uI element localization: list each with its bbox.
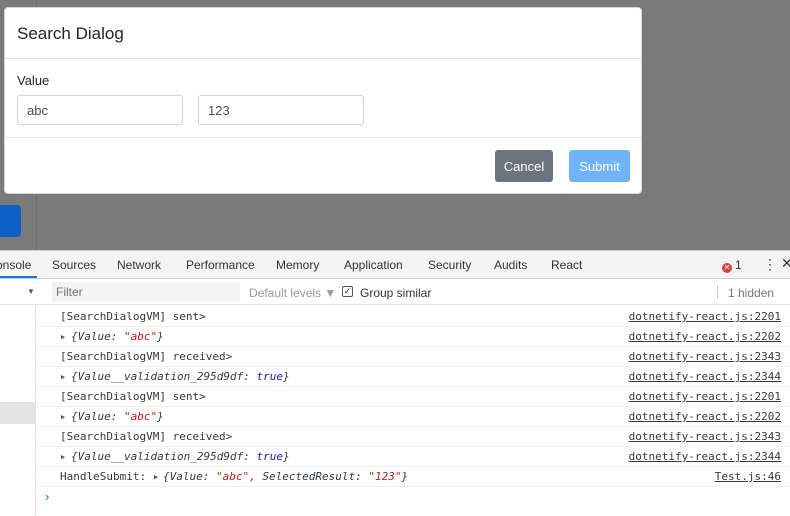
tab-console[interactable]: onsole: [0, 258, 31, 272]
log-source-link[interactable]: dotnetify-react.js:2343: [629, 427, 781, 447]
object-value: "abc": [124, 410, 158, 423]
tab-network[interactable]: Network: [117, 258, 161, 272]
tab-sources[interactable]: Sources: [52, 258, 96, 272]
search-dialog: Search Dialog Value Cancel Submit: [4, 7, 642, 194]
tab-react[interactable]: React: [551, 258, 582, 272]
log-message: [SearchDialogVM] sent>: [60, 310, 206, 323]
object-key: Value: [169, 470, 203, 483]
dialog-body: Value: [5, 59, 641, 138]
object-key: SelectedResult: [262, 470, 356, 483]
object-value: "abc": [124, 330, 158, 343]
triangle-right-icon[interactable]: ▶: [61, 367, 65, 387]
log-row: ▶ {Value__validation_295d9df: true} dotn…: [37, 447, 790, 467]
tab-application[interactable]: Application: [344, 258, 403, 272]
app-backdrop: Search Dialog Value Cancel Submit: [0, 0, 790, 250]
background-button: [0, 205, 21, 237]
object-value: "123": [368, 470, 402, 483]
close-icon[interactable]: ✕: [781, 255, 790, 272]
object-value: "abc": [216, 470, 250, 483]
log-source-link[interactable]: dotnetify-react.js:2343: [629, 347, 781, 367]
log-source-link[interactable]: Test.js:46: [715, 467, 781, 487]
log-row: ▶ {Value: "abc"} dotnetify-react.js:2202: [37, 327, 790, 347]
triangle-right-icon[interactable]: ▶: [61, 327, 65, 347]
log-row: [SearchDialogVM] sent> dotnetify-react.j…: [37, 307, 790, 327]
dialog-footer: Cancel Submit: [5, 138, 641, 195]
log-row: ▶ {Value__validation_295d9df: true} dotn…: [37, 367, 790, 387]
filterbar-divider: [717, 285, 718, 299]
submit-button[interactable]: Submit: [569, 150, 630, 182]
log-object[interactable]: {Value: "abc"}: [71, 327, 164, 347]
triangle-right-icon[interactable]: ▶: [154, 467, 158, 487]
log-source-link[interactable]: dotnetify-react.js:2344: [629, 367, 781, 387]
log-source-link[interactable]: dotnetify-react.js:2202: [629, 407, 781, 427]
log-row: [SearchDialogVM] received> dotnetify-rea…: [37, 427, 790, 447]
console-sidebar: [0, 307, 36, 516]
error-count: 1: [735, 258, 742, 272]
dialog-header: Search Dialog: [5, 8, 641, 59]
object-key: Value: [77, 330, 111, 343]
tab-audits[interactable]: Audits: [494, 258, 527, 272]
context-dropdown-icon[interactable]: ▼: [27, 287, 35, 296]
log-object[interactable]: {Value: "abc", SelectedResult: "123"}: [163, 467, 408, 487]
log-object[interactable]: {Value__validation_295d9df: true}: [71, 367, 290, 387]
console-log: [SearchDialogVM] sent> dotnetify-react.j…: [37, 307, 790, 507]
cancel-button[interactable]: Cancel: [495, 150, 553, 182]
log-source-link[interactable]: dotnetify-react.js:2201: [629, 307, 781, 327]
log-message: [SearchDialogVM] received>: [60, 350, 233, 363]
hidden-count: 1 hidden: [728, 286, 775, 300]
value-label: Value: [17, 73, 50, 88]
log-object[interactable]: {Value__validation_295d9df: true}: [71, 447, 290, 467]
sidebar-selected-item[interactable]: [0, 402, 36, 424]
console-filterbar: ▼ Default levels ▼ ✓ Group similar 1 hid…: [0, 279, 790, 305]
selected-result-input[interactable]: [198, 95, 364, 125]
object-key: Value__validation_295d9df: [77, 370, 244, 383]
error-badge[interactable]: ✕ 1: [722, 258, 742, 273]
log-row: [SearchDialogVM] sent> dotnetify-react.j…: [37, 387, 790, 407]
tab-performance[interactable]: Performance: [186, 258, 255, 272]
console-prompt[interactable]: ›: [37, 487, 790, 507]
active-tab-indicator: [0, 276, 37, 278]
log-source-link[interactable]: dotnetify-react.js:2202: [629, 327, 781, 347]
tab-memory[interactable]: Memory: [276, 258, 319, 272]
dialog-title: Search Dialog: [17, 24, 124, 43]
object-value: true: [256, 370, 283, 383]
log-source-link[interactable]: dotnetify-react.js:2344: [629, 447, 781, 467]
devtools-panel: onsole Sources Network Performance Memor…: [0, 250, 790, 516]
log-row: ▶ {Value: "abc"} dotnetify-react.js:2202: [37, 407, 790, 427]
log-row: HandleSubmit: ▶ {Value: "abc", SelectedR…: [37, 467, 790, 487]
filter-input[interactable]: [52, 282, 240, 302]
value-input[interactable]: [17, 95, 183, 125]
group-similar-label: Group similar: [360, 286, 432, 300]
group-similar-checkbox[interactable]: ✓: [342, 286, 353, 297]
tab-security[interactable]: Security: [428, 258, 471, 272]
object-key: Value__validation_295d9df: [77, 450, 244, 463]
kebab-menu-icon[interactable]: ⋮: [763, 256, 777, 272]
log-message: [SearchDialogVM] sent>: [60, 390, 206, 403]
devtools-tabbar: onsole Sources Network Performance Memor…: [0, 251, 790, 279]
error-circle-icon: ✕: [722, 263, 732, 273]
log-row: [SearchDialogVM] received> dotnetify-rea…: [37, 347, 790, 367]
object-key: Value: [77, 410, 111, 423]
object-value: true: [256, 450, 283, 463]
chevron-right-icon: ›: [45, 489, 50, 504]
levels-dropdown[interactable]: Default levels ▼: [249, 286, 336, 300]
triangle-right-icon[interactable]: ▶: [61, 447, 65, 467]
log-message: HandleSubmit:: [60, 470, 147, 483]
log-message: [SearchDialogVM] received>: [60, 430, 233, 443]
log-source-link[interactable]: dotnetify-react.js:2201: [629, 387, 781, 407]
log-object[interactable]: {Value: "abc"}: [71, 407, 164, 427]
triangle-right-icon[interactable]: ▶: [61, 407, 65, 427]
